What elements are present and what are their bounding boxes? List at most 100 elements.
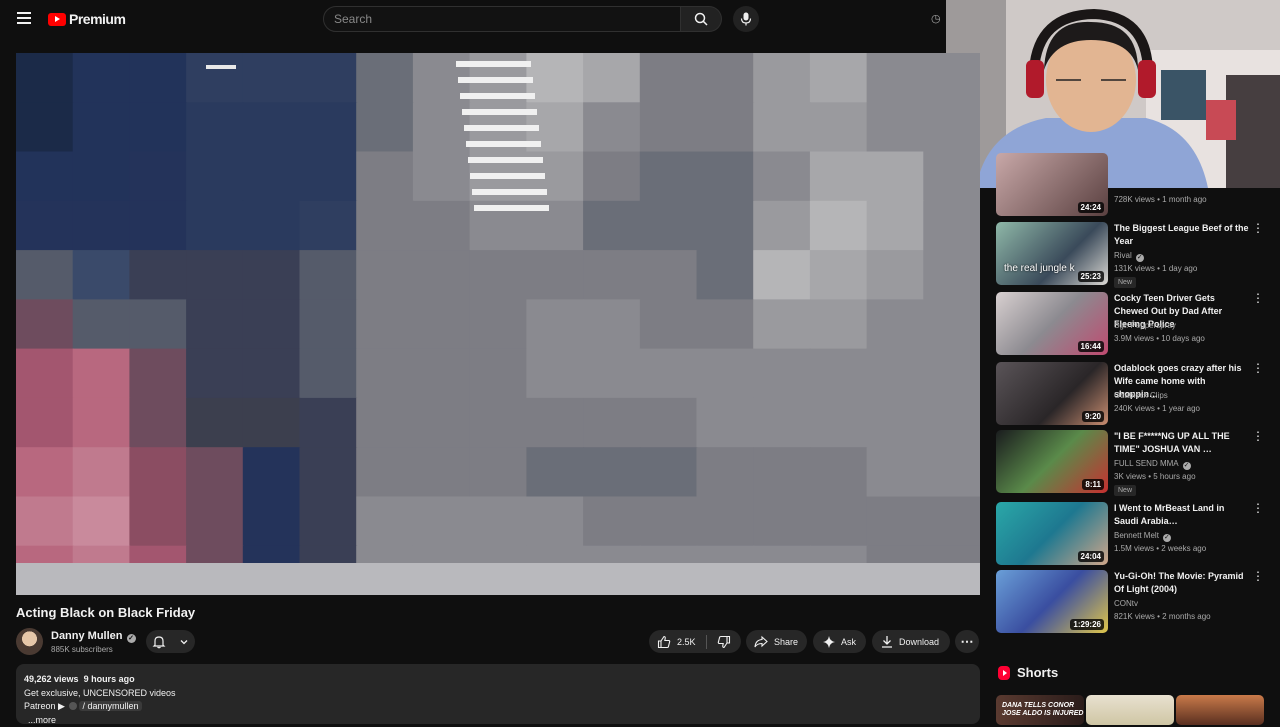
description-line: Get exclusive, UNCENSORED videos (24, 687, 972, 701)
shorts-title: Shorts (1017, 665, 1058, 680)
video-meta: 240K views • 1 year ago (1114, 404, 1200, 413)
download-label: Download (899, 637, 939, 647)
verified-icon: ✓ (1163, 534, 1171, 542)
short-thumbnail[interactable]: DANA TELLS CONOR JOSE ALDO IS INJURED (996, 695, 1084, 725)
channel-name[interactable]: Rival✓ (1114, 251, 1144, 262)
search-input[interactable] (324, 7, 680, 31)
subscription-bell-button[interactable] (146, 630, 195, 653)
video-duration: 25:23 (1078, 271, 1104, 282)
channel-name[interactable]: Odablock Clips (1114, 391, 1168, 400)
recommended-video[interactable]: 8:11"I BE F*****NG UP ALL THE TIME" JOSH… (996, 430, 1266, 494)
new-badge: New (1114, 277, 1136, 288)
video-duration: 16:44 (1078, 341, 1104, 352)
video-title[interactable]: I Went to MrBeast Land in Saudi Arabia… (1114, 502, 1250, 528)
voice-search-button[interactable] (733, 6, 759, 32)
share-button[interactable]: Share (746, 630, 807, 653)
channel-name[interactable]: CONtv (1114, 599, 1138, 608)
more-horizontal-icon: ⋯ (961, 634, 974, 650)
patreon-icon (69, 702, 77, 710)
video-thumbnail[interactable]: 24:24 (996, 153, 1108, 216)
ask-button[interactable]: Ask (813, 630, 866, 653)
search-button[interactable] (681, 6, 722, 32)
download-button[interactable]: Download (872, 630, 950, 653)
short-thumbnail[interactable] (1086, 695, 1174, 725)
channel-avatar[interactable] (16, 628, 43, 655)
search-box (323, 6, 681, 32)
patreon-handle[interactable]: / dannymullen (79, 701, 141, 711)
patreon-label: Patreon ▶ (24, 701, 65, 711)
video-meta: 821K views • 2 months ago (1114, 612, 1211, 621)
short-caption: DANA TELLS CONOR JOSE ALDO IS INJURED (1002, 702, 1084, 718)
show-more-link[interactable]: ...more (24, 714, 972, 727)
video-thumbnail[interactable]: 8:11 (996, 430, 1108, 493)
menu-icon[interactable] (17, 12, 31, 24)
more-vertical-icon[interactable]: ⋮ (1252, 226, 1260, 230)
short-thumbnail[interactable] (1176, 695, 1264, 725)
channel-name-text[interactable]: Sgt. Pepperspray (1114, 321, 1176, 330)
shorts-icon (998, 666, 1010, 680)
recommended-video[interactable]: 1:29:26Yu-Gi-Oh! The Movie: Pyramid Of L… (996, 570, 1266, 634)
channel-name-text[interactable]: Rival (1114, 251, 1132, 260)
youtube-play-icon (48, 13, 66, 26)
more-vertical-icon[interactable]: ⋮ (1252, 506, 1260, 510)
download-icon (881, 635, 893, 648)
video-title: Acting Black on Black Friday (16, 605, 195, 620)
video-thumbnail[interactable]: 24:04 (996, 502, 1108, 565)
channel-name-text[interactable]: Danny Mullen (51, 630, 123, 642)
like-button[interactable]: 2.5K (649, 635, 707, 649)
video-meta: 3K views • 5 hours ago (1114, 472, 1196, 481)
video-duration: 24:24 (1078, 202, 1104, 213)
patreon-line: Patreon ▶ / dannymullen (24, 700, 972, 714)
description-box[interactable]: 49,262 views 9 hours ago Get exclusive, … (16, 664, 980, 724)
sparkle-icon (823, 636, 835, 648)
video-player[interactable] (16, 53, 980, 595)
search-icon (694, 12, 708, 26)
video-title[interactable]: Yu-Gi-Oh! The Movie: Pyramid Of Light (2… (1114, 570, 1250, 596)
patreon-link[interactable]: / dannymullen (67, 701, 141, 711)
like-dislike-group: 2.5K (649, 630, 741, 653)
more-vertical-icon[interactable]: ⋮ (1252, 366, 1260, 370)
video-thumbnail[interactable]: 9:20 (996, 362, 1108, 425)
new-badge: New (1114, 485, 1136, 496)
channel-name-text[interactable]: Odablock Clips (1114, 391, 1168, 400)
video-title[interactable]: The Biggest League Beef of the Year (1114, 222, 1250, 248)
channel-name-text[interactable]: Bennett Melt (1114, 531, 1159, 540)
recommended-video[interactable]: 16:44Cocky Teen Driver Gets Chewed Out b… (996, 292, 1266, 356)
dislike-button[interactable] (707, 635, 741, 649)
channel-name-text[interactable]: FULL SEND MMA (1114, 459, 1179, 468)
thumbs-up-icon (657, 635, 671, 649)
share-icon (754, 635, 768, 649)
description-stats: 49,262 views 9 hours ago (24, 673, 972, 687)
view-count: 49,262 views (24, 674, 79, 684)
thumbs-down-icon (717, 635, 731, 649)
channel-name[interactable]: Danny Mullen✓ (51, 630, 136, 643)
video-meta: 1.5M views • 2 weeks ago (1114, 544, 1206, 553)
recommended-video[interactable]: 24:04 I Went to MrBeast Land in Saudi Ara… (996, 502, 1266, 566)
video-meta: 3.9M views • 10 days ago (1114, 334, 1205, 343)
more-vertical-icon[interactable]: ⋮ (1252, 574, 1260, 578)
video-title[interactable]: "I BE F*****NG UP ALL THE TIME" JOSHUA V… (1114, 430, 1250, 456)
shorts-header: Shorts (998, 665, 1058, 680)
thumbnail-caption: the real jungle k (1004, 263, 1075, 274)
subscriber-count: 885K subscribers (51, 645, 113, 654)
channel-name[interactable]: Sgt. Pepperspray (1114, 321, 1176, 330)
more-vertical-icon[interactable]: ⋮ (1252, 296, 1260, 300)
video-thumbnail[interactable]: 16:44 (996, 292, 1108, 355)
video-meta: 131K views • 1 day ago (1114, 264, 1197, 273)
clock-icon[interactable]: ◷ (931, 12, 945, 26)
more-actions-button[interactable]: ⋯ (955, 630, 979, 653)
channel-name-text[interactable]: CONtv (1114, 599, 1138, 608)
ask-label: Ask (841, 637, 856, 647)
share-label: Share (774, 637, 798, 647)
more-vertical-icon[interactable]: ⋮ (1252, 434, 1260, 438)
video-thumbnail[interactable]: the real jungle k25:23 (996, 222, 1108, 285)
channel-name[interactable]: FULL SEND MMA✓ (1114, 459, 1191, 470)
video-duration: 9:20 (1082, 411, 1104, 422)
video-thumbnail[interactable]: 1:29:26 (996, 570, 1108, 633)
recommended-video[interactable]: the real jungle k25:23The Biggest League… (996, 222, 1266, 286)
recommended-video[interactable]: 9:20Odablock goes crazy after his Wife c… (996, 362, 1266, 426)
video-duration: 24:04 (1078, 551, 1104, 562)
channel-name[interactable]: Bennett Melt ✓ (1114, 531, 1171, 542)
youtube-premium-logo[interactable]: Premium (48, 11, 125, 27)
recommended-video[interactable]: 24:24728K views • 1 month ago (996, 186, 1266, 220)
